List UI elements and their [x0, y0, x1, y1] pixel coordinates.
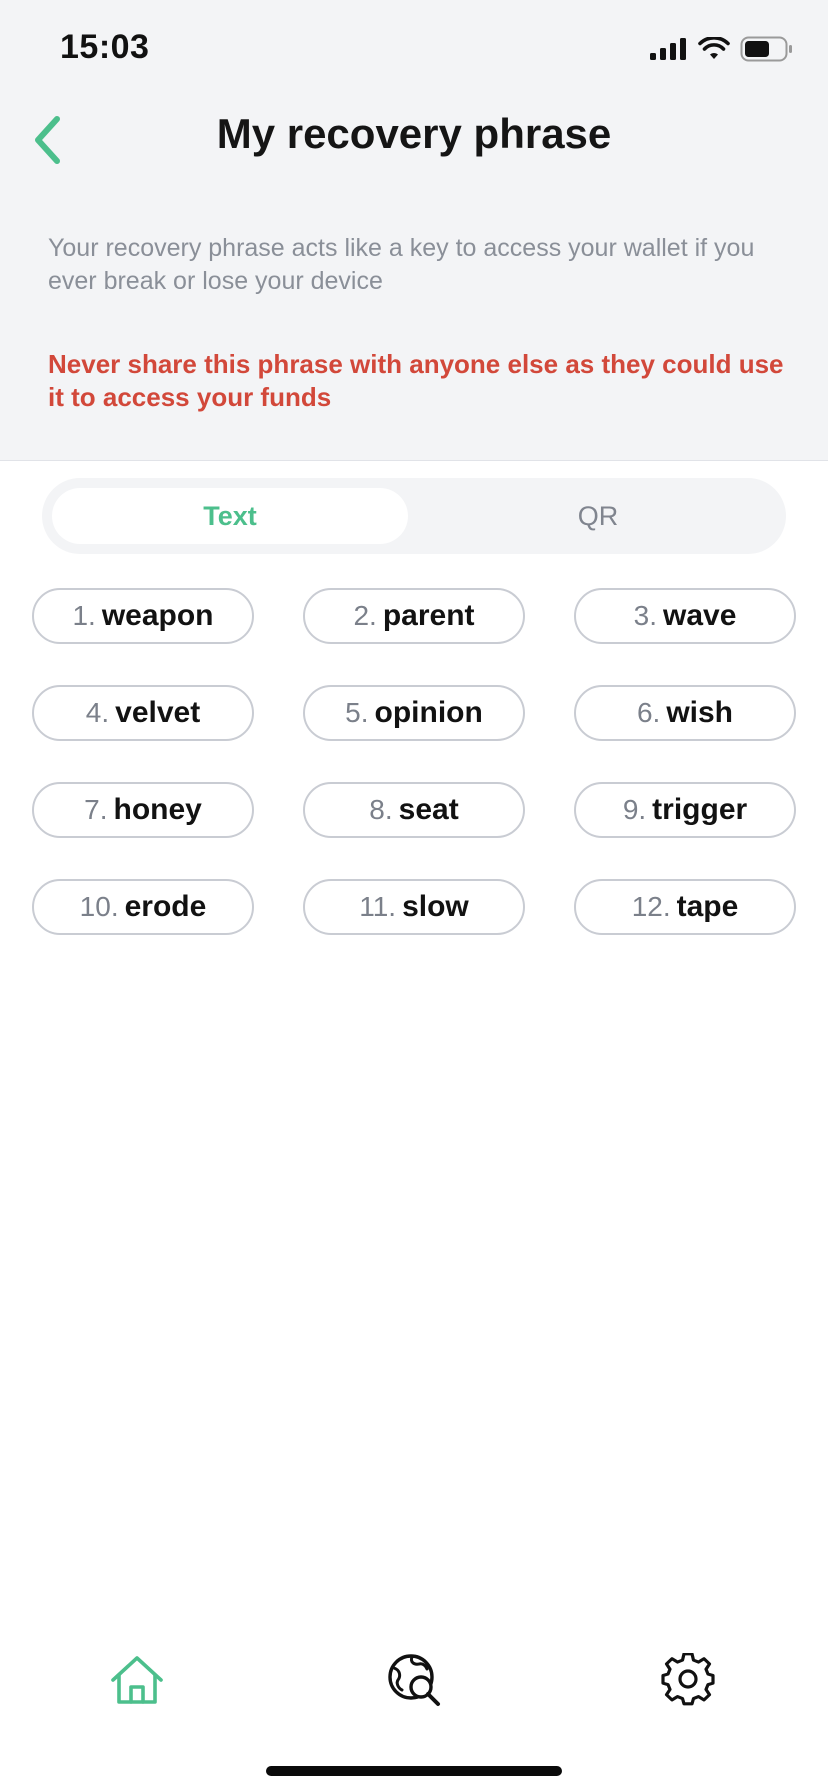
- home-icon: [111, 1656, 163, 1704]
- gear-icon: [661, 1653, 715, 1706]
- word-pill: 7. honey: [32, 782, 254, 838]
- wifi-icon: [698, 37, 730, 59]
- tab-settings[interactable]: [656, 1648, 720, 1712]
- word-pill: 4. velvet: [32, 685, 254, 741]
- word-pill: 12. tape: [574, 879, 796, 935]
- word-text: velvet: [115, 696, 201, 729]
- word-text: weapon: [101, 599, 214, 632]
- word-number: 4.: [85, 697, 110, 728]
- status-icons: [650, 36, 794, 62]
- word-pill: 10. erode: [32, 879, 254, 935]
- tab-bar: [0, 1620, 828, 1730]
- word-number: 7.: [84, 794, 108, 825]
- word-text: honey: [113, 793, 202, 826]
- word-number: 3.: [633, 600, 657, 631]
- description-text: Your recovery phrase acts like a key to …: [48, 234, 755, 295]
- word-pill: 9. trigger: [574, 782, 796, 838]
- word-pill: 3. wave: [574, 588, 796, 644]
- signal-icon: [650, 38, 686, 60]
- nav-header: My recovery phrase: [0, 100, 828, 180]
- word-pill: 5. opinion: [303, 685, 525, 741]
- word-text: wish: [666, 696, 734, 729]
- word-text: opinion: [374, 696, 483, 729]
- tab-text[interactable]: Text: [52, 488, 408, 544]
- word-number: 9.: [622, 794, 647, 825]
- word-number: 10.: [79, 891, 119, 922]
- globe-search-icon: [388, 1654, 440, 1706]
- word-text: parent: [382, 599, 475, 632]
- status-time: 15:03: [60, 28, 150, 66]
- word-pill: 11. slow: [303, 879, 525, 935]
- word-number: 5.: [345, 697, 369, 728]
- word-text: erode: [124, 890, 207, 923]
- tab-qr[interactable]: QR: [420, 488, 776, 544]
- tab-home[interactable]: [105, 1648, 169, 1712]
- word-number: 6.: [636, 697, 661, 728]
- word-number: 8.: [369, 794, 393, 825]
- word-number: 2.: [353, 600, 377, 631]
- battery-icon: [740, 36, 792, 62]
- recovery-words-grid: 1. weapon 2. parent 3. wave 4. velvet 5.…: [32, 588, 796, 935]
- word-text: tape: [676, 890, 739, 923]
- home-indicator: [266, 1766, 562, 1776]
- word-number: 12.: [631, 891, 671, 922]
- word-text: trigger: [652, 793, 748, 826]
- word-pill: 2. parent: [303, 588, 525, 644]
- word-number: 11.: [359, 891, 397, 922]
- word-pill: 1. weapon: [32, 588, 254, 644]
- word-text: slow: [402, 890, 469, 923]
- view-mode-segmented-control: Text QR: [42, 478, 786, 554]
- status-bar: 15:03: [0, 0, 828, 100]
- page-title: My recovery phrase: [216, 110, 612, 157]
- tab-explore[interactable]: [382, 1648, 446, 1712]
- word-pill: 6. wish: [574, 685, 796, 741]
- word-number: 1.: [72, 600, 96, 631]
- word-pill: 8. seat: [303, 782, 525, 838]
- warning-text: Never share this phrase with anyone else…: [48, 349, 784, 412]
- word-text: wave: [662, 599, 737, 632]
- word-text: seat: [398, 793, 459, 826]
